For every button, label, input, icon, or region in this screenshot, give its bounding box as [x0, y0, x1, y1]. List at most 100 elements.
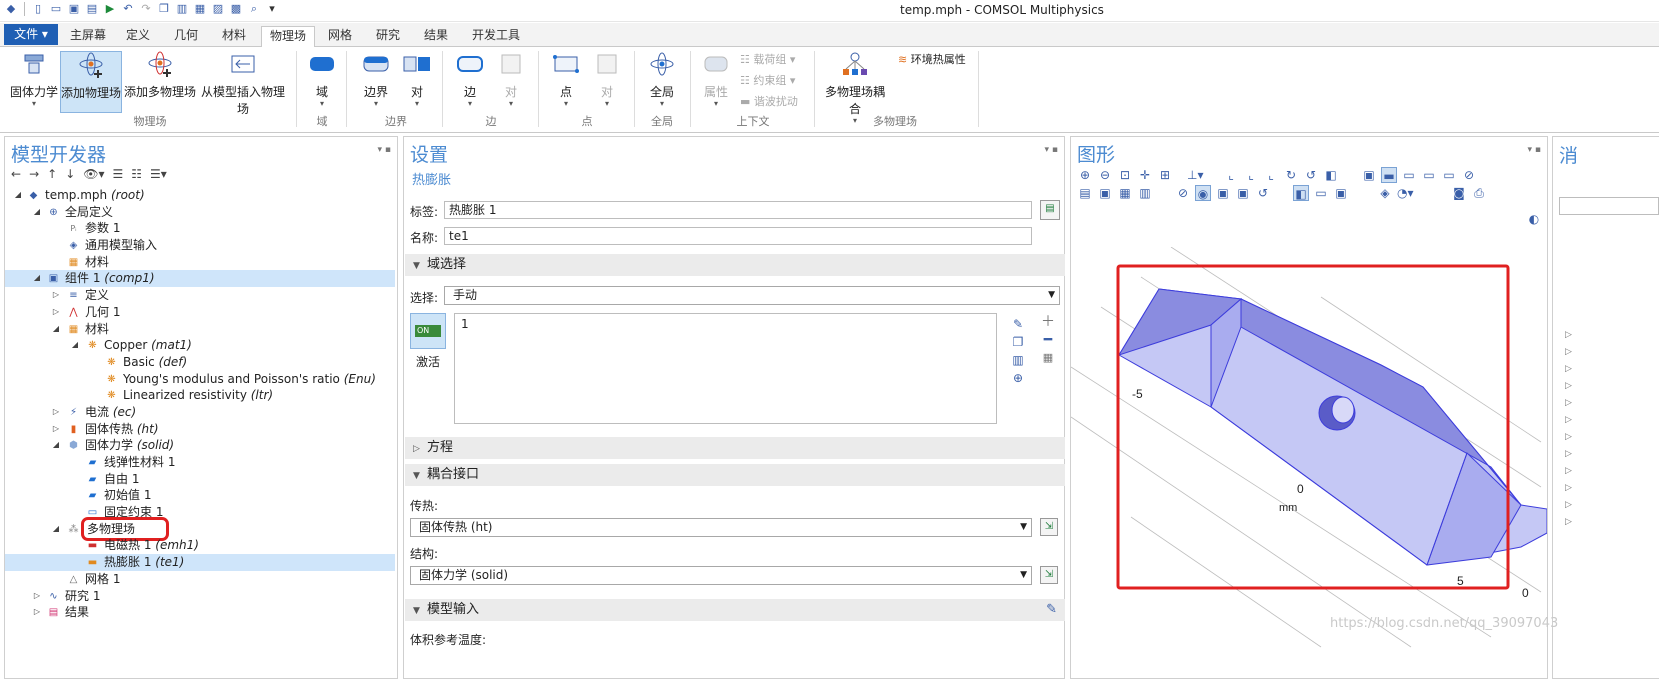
- tree-node-multiphysics[interactable]: ◢ ⁂ 多物理场: [5, 516, 395, 542]
- collapse-arrow-icon[interactable]: ◢: [32, 270, 42, 287]
- expand-arrow-icon[interactable]: ▷: [51, 421, 61, 438]
- expand-arrow-icon[interactable]: ▷: [51, 287, 61, 304]
- tab-geometry[interactable]: 几何: [166, 26, 206, 47]
- view-zx-icon[interactable]: ⌞: [1263, 167, 1279, 183]
- remove-from-selection-icon[interactable]: ━: [1040, 331, 1056, 349]
- select-edges-icon[interactable]: ▭: [1421, 167, 1437, 183]
- label-edit-icon[interactable]: ▤: [1040, 200, 1060, 220]
- transparency-icon[interactable]: ▣: [1097, 185, 1113, 201]
- geometry-viewport[interactable]: -5 0 mm 5 0: [1071, 247, 1547, 677]
- tree-node-heat-transfer[interactable]: ▷ ▮ 固体传热 (ht): [5, 421, 395, 438]
- tab-physics[interactable]: 物理场: [261, 26, 316, 48]
- pin-icon[interactable]: ▾ ▪: [1045, 145, 1058, 155]
- back-arrow-icon[interactable]: ←: [11, 167, 21, 181]
- tree-node-geometry[interactable]: ▷ ⋀ 几何 1: [5, 304, 395, 321]
- color-table-icon[interactable]: ◈: [1377, 185, 1393, 201]
- expand-arrow-icon[interactable]: ▷: [32, 604, 42, 621]
- tree-node-global-definitions[interactable]: ◢ ⊕ 全局定义: [5, 204, 395, 221]
- tree-node-initial-values[interactable]: ▰ 初始值 1: [5, 487, 395, 504]
- rotate-icon[interactable]: ↻: [1283, 167, 1299, 183]
- expand-all-icon[interactable]: ☰: [113, 167, 124, 181]
- add-to-selection-icon[interactable]: ＋: [1040, 313, 1056, 331]
- axes-toggle-icon[interactable]: ▭: [1313, 185, 1329, 201]
- render-mode-icon[interactable]: ▥: [1137, 185, 1153, 201]
- domain-button[interactable]: 域 ▾: [302, 51, 342, 108]
- constraint-group-button[interactable]: ☷ 约束组 ▾: [740, 72, 795, 88]
- print-icon[interactable]: ⎙: [1471, 185, 1487, 201]
- section-model-input[interactable]: ▼ 模型输入 ✎: [405, 599, 1065, 621]
- boundary-button[interactable]: 边界 ▾: [356, 51, 396, 108]
- tree-node-parameters[interactable]: Pᵢ 参数 1: [5, 220, 395, 237]
- view-selected-icon[interactable]: ▣: [1235, 185, 1251, 201]
- tree-node-global-materials[interactable]: ▦ 材料: [5, 254, 395, 271]
- tab-definitions[interactable]: 定义: [118, 26, 158, 47]
- select-none-icon[interactable]: ⊘: [1461, 167, 1477, 183]
- zoom-extents-icon[interactable]: ⊞: [1157, 167, 1173, 183]
- tree-node-electromagnetic-heating[interactable]: ▬ 电磁热 1 (emh1): [5, 537, 395, 554]
- solid-mechanics-button[interactable]: 固体力学 ▾: [8, 51, 60, 108]
- tab-mesh[interactable]: 网格: [320, 26, 360, 47]
- tree-node-free[interactable]: ▰ 自由 1: [5, 471, 395, 488]
- insert-physics-from-model-button[interactable]: 从模型插入物理场: [196, 51, 290, 117]
- zoom-to-selection-icon[interactable]: ⊕: [1010, 369, 1026, 387]
- harmonic-perturbation-button[interactable]: ▬ 谐波扰动: [740, 93, 798, 109]
- down-arrow-icon[interactable]: ↓: [65, 167, 75, 181]
- tree-node-study[interactable]: ▷ ∿ 研究 1: [5, 588, 395, 605]
- go-to-source-icon[interactable]: ⇲: [1040, 566, 1058, 584]
- show-icon[interactable]: ◉: [1195, 185, 1211, 201]
- messages-search-field[interactable]: [1559, 197, 1659, 215]
- boundary-pair-button[interactable]: 对 ▾: [400, 51, 434, 108]
- pin-icon[interactable]: ▾ ▪: [378, 145, 391, 155]
- scene-options-icon[interactable]: ◔▾: [1397, 185, 1414, 201]
- perspective-icon[interactable]: ◧: [1323, 167, 1339, 183]
- axis-orientation-icon[interactable]: ⊥▾: [1187, 167, 1203, 183]
- select-boundaries-icon[interactable]: ▭: [1401, 167, 1417, 183]
- paste-selection-icon[interactable]: ✎: [1010, 315, 1026, 333]
- tree-node-definitions[interactable]: ▷ ≡ 定义: [5, 287, 395, 304]
- create-selection-icon[interactable]: ▦: [1040, 349, 1056, 367]
- collapse-arrow-icon[interactable]: ◢: [51, 521, 61, 538]
- collapse-arrow-icon[interactable]: ◢: [13, 187, 23, 204]
- tree-node-youngs-modulus[interactable]: ❋ Young's modulus and Poisson's ratio (En…: [5, 371, 395, 388]
- tree-node-copper[interactable]: ◢ ❋ Copper (mat1): [5, 337, 395, 354]
- zoom-in-icon[interactable]: ⊕: [1077, 167, 1093, 183]
- heat-transfer-dropdown[interactable]: 固体传热 (ht) ▼: [410, 518, 1032, 537]
- copy-selection-icon[interactable]: ❐: [1010, 333, 1026, 351]
- point-button[interactable]: 点 ▾: [548, 51, 584, 108]
- tree-node-solid-mechanics[interactable]: ◢ ⬢ 固体力学 (solid): [5, 437, 395, 454]
- tree-node-basic[interactable]: ❋ Basic (def): [5, 354, 395, 371]
- global-button[interactable]: 全局 ▾: [644, 51, 680, 108]
- selection-list[interactable]: 1: [454, 313, 997, 424]
- screenshot-icon[interactable]: ◙: [1451, 185, 1467, 201]
- edit-pencil-icon[interactable]: ✎: [1046, 599, 1057, 621]
- select-objects-icon[interactable]: ▣: [1361, 167, 1377, 183]
- pin-icon[interactable]: ▾ ▪: [1528, 145, 1541, 155]
- tree-node-mesh[interactable]: △ 网格 1: [5, 571, 395, 588]
- select-points-icon[interactable]: ▭: [1441, 167, 1457, 183]
- tree-node-root[interactable]: ◢ ◆ temp.mph (root): [5, 187, 395, 204]
- tree-node-linear-elastic[interactable]: ▰ 线弹性材料 1: [5, 454, 395, 471]
- wireframe-icon[interactable]: ▦: [1117, 185, 1133, 201]
- name-input[interactable]: te1: [444, 227, 1032, 245]
- tab-study[interactable]: 研究: [368, 26, 408, 47]
- collapse-arrow-icon[interactable]: ◢: [51, 321, 61, 338]
- tree-node-component[interactable]: ◢ ▣ 组件 1 (comp1): [5, 270, 395, 288]
- tree-node-linearized-resistivity[interactable]: ❋ Linearized resistivity (ltr): [5, 387, 395, 404]
- section-domain-selection[interactable]: ▼ 域选择: [405, 254, 1065, 276]
- view-yz-icon[interactable]: ⌞: [1243, 167, 1259, 183]
- view-all-icon[interactable]: ▣: [1215, 185, 1231, 201]
- view-options-icon[interactable]: ☰▾: [150, 167, 167, 181]
- section-equation[interactable]: ▷ 方程: [405, 437, 1065, 459]
- selection-list-item[interactable]: 1: [461, 317, 469, 331]
- reset-view-icon[interactable]: ↺: [1303, 167, 1319, 183]
- expand-arrow-icon[interactable]: ▷: [51, 404, 61, 421]
- scene-light-icon[interactable]: ▤: [1077, 185, 1093, 201]
- zoom-out-icon[interactable]: ⊖: [1097, 167, 1113, 183]
- tree-node-results[interactable]: ▷ ▤ 结果: [5, 604, 395, 621]
- collapse-arrow-icon[interactable]: ◢: [70, 337, 80, 354]
- tab-developer[interactable]: 开发工具: [464, 26, 528, 47]
- select-domains-icon[interactable]: ▬: [1381, 167, 1397, 183]
- clear-selection-icon[interactable]: ▥: [1010, 351, 1026, 369]
- show-icon[interactable]: 👁▾: [83, 167, 104, 181]
- grid-toggle-icon[interactable]: ◧: [1293, 185, 1309, 201]
